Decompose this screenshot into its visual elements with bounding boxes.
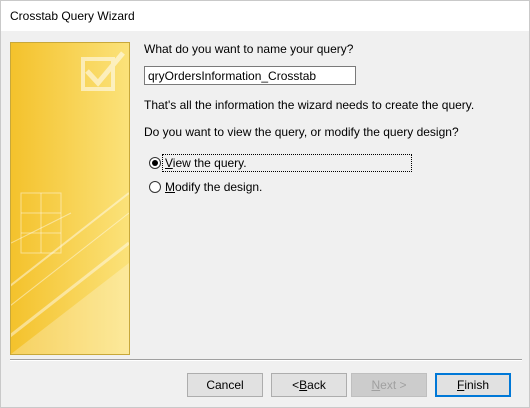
footer-separator: [10, 359, 522, 361]
cancel-button[interactable]: Cancel: [187, 373, 263, 397]
view-query-radio[interactable]: [149, 157, 161, 169]
view-query-label[interactable]: View the query.: [163, 155, 249, 171]
wizard-info-text: That's all the information the wizard ne…: [144, 98, 475, 112]
wizard-window: Crosstab Query Wizard What do you want t…: [0, 0, 530, 408]
wizard-art-graphic: [11, 43, 129, 354]
query-name-input[interactable]: [144, 66, 356, 85]
back-button[interactable]: < Back: [271, 373, 347, 397]
view-query-option[interactable]: View the query.: [149, 154, 249, 172]
modify-design-label[interactable]: Modify the design.: [163, 179, 264, 195]
next-button[interactable]: Next >: [351, 373, 427, 397]
modify-design-option[interactable]: Modify the design.: [149, 178, 264, 196]
modify-design-radio[interactable]: [149, 181, 161, 193]
finish-button[interactable]: Finish: [435, 373, 511, 397]
radio-selected-dot: [152, 160, 158, 166]
view-or-modify-prompt: Do you want to view the query, or modify…: [144, 125, 459, 139]
wizard-illustration: [10, 42, 130, 355]
query-name-prompt: What do you want to name your query?: [144, 42, 354, 56]
window-title: Crosstab Query Wizard: [10, 9, 135, 23]
title-bar[interactable]: Crosstab Query Wizard: [1, 1, 529, 31]
